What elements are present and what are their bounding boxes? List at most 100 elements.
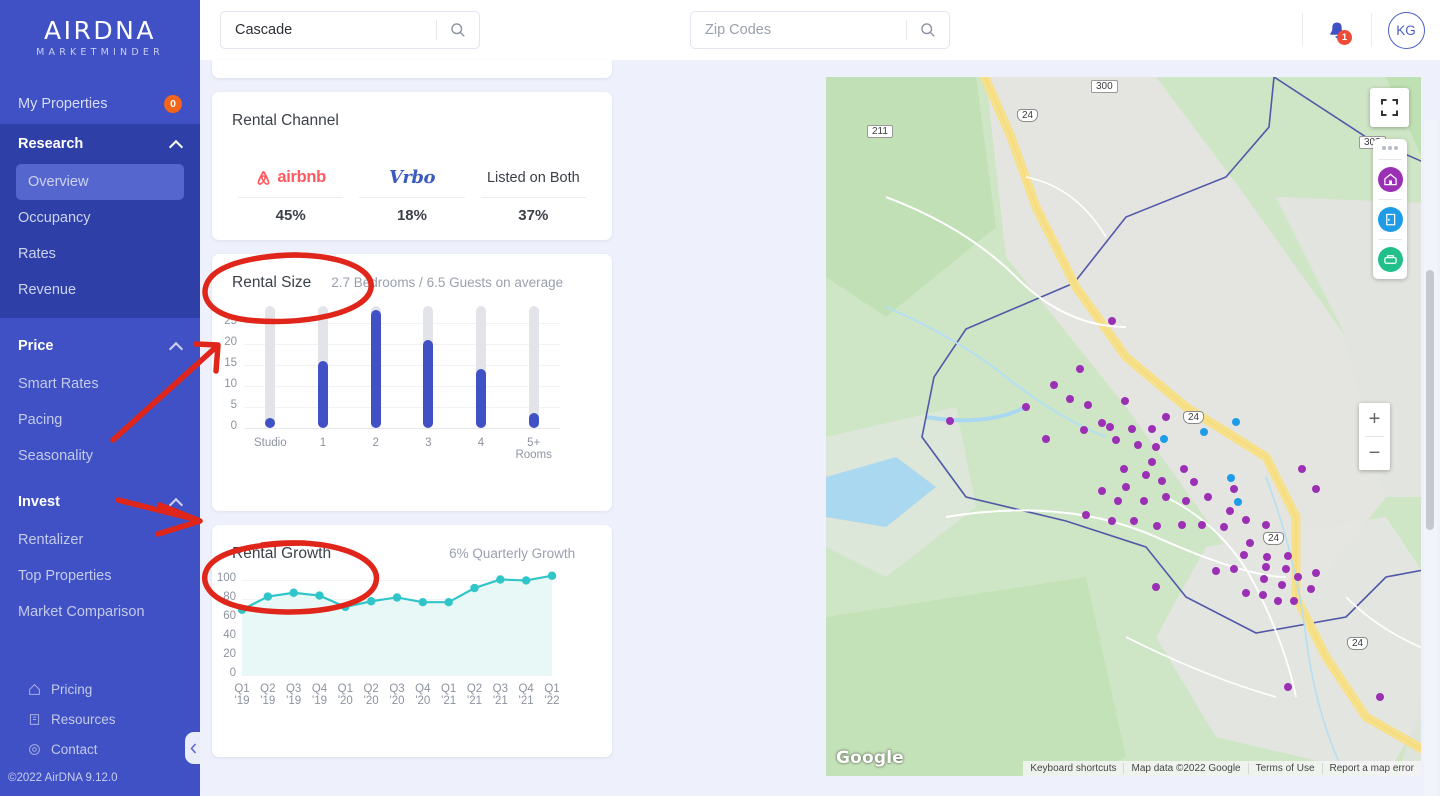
map-panel[interactable]: GreenMountain Falls Cascade-ChipitaPark … bbox=[826, 77, 1421, 776]
bar[interactable] bbox=[370, 310, 381, 428]
sidebar-item-label-top-properties: Top Properties bbox=[18, 568, 112, 585]
rental-growth-subtitle: 6% Quarterly Growth bbox=[449, 546, 576, 561]
group-label-research: Research bbox=[18, 136, 84, 153]
data-point[interactable] bbox=[237, 605, 247, 614]
sidebar-item-seasonality[interactable]: Seasonality bbox=[0, 438, 200, 474]
sidebar-group-header-price[interactable]: Price bbox=[0, 326, 200, 366]
zip-search-button[interactable] bbox=[907, 12, 949, 48]
data-point[interactable] bbox=[418, 598, 428, 607]
sidebar-item-label-market-comparison: Market Comparison bbox=[18, 604, 145, 621]
data-point[interactable] bbox=[444, 598, 453, 607]
page-scrollbar-thumb[interactable] bbox=[1426, 270, 1434, 530]
sidebar-item-top-properties[interactable]: Top Properties bbox=[0, 558, 200, 594]
sidebar-item-smart-rates[interactable]: Smart Rates bbox=[0, 366, 200, 402]
sidebar-item-revenue[interactable]: Revenue bbox=[0, 272, 200, 308]
data-point[interactable] bbox=[470, 583, 479, 593]
rental-size-chart[interactable]: 0 5 10 15 20 25 Studio 1 2 3 4 5+ Rooms bbox=[212, 292, 612, 492]
rental-growth-title: Rental Growth bbox=[232, 545, 332, 562]
data-point[interactable] bbox=[366, 597, 376, 606]
sidebar-item-pricing[interactable]: Pricing bbox=[0, 674, 200, 704]
y-axis-tick: 0 bbox=[230, 420, 237, 432]
x-axis-tick: Q1'20 bbox=[337, 683, 353, 707]
avatar[interactable]: KG bbox=[1387, 11, 1425, 49]
sidebar-item-rates[interactable]: Rates bbox=[0, 236, 200, 272]
data-point[interactable] bbox=[521, 576, 531, 585]
sidebar-item-overview[interactable]: Overview bbox=[16, 164, 184, 201]
sidebar-group-header-invest[interactable]: Invest bbox=[0, 482, 200, 522]
rental-size-title: Rental Size bbox=[232, 274, 312, 291]
hwy-shield-211: 211 bbox=[867, 125, 893, 138]
search-icon bbox=[921, 23, 935, 37]
zip-search-box[interactable]: Zip Codes bbox=[690, 11, 950, 49]
data-point[interactable] bbox=[315, 591, 324, 600]
vrbo-logo-text: Vrbo bbox=[388, 167, 436, 188]
sidebar-item-pacing[interactable]: Pacing bbox=[0, 402, 200, 438]
sidebar-item-rentalizer[interactable]: Rentalizer bbox=[0, 522, 200, 558]
more-options-icon[interactable] bbox=[1382, 143, 1398, 155]
sidebar-item-label-smart-rates: Smart Rates bbox=[18, 376, 99, 393]
map-zoom-out-button[interactable]: − bbox=[1359, 437, 1390, 470]
market-search-box[interactable]: Cascade bbox=[220, 11, 480, 49]
data-point[interactable] bbox=[263, 592, 273, 601]
y-axis-tick: 20 bbox=[224, 335, 237, 348]
x-axis-tick: 3 bbox=[425, 437, 432, 449]
private-room-layer-icon[interactable] bbox=[1377, 206, 1403, 232]
channel-airbnb: airbnb 45% bbox=[230, 164, 351, 224]
chevron-up-icon bbox=[171, 497, 182, 508]
rental-size-header: Rental Size 2.7 Bedrooms / 6.5 Guests on… bbox=[212, 254, 612, 292]
x-axis-tick: Q4'20 bbox=[415, 683, 431, 707]
bar[interactable] bbox=[476, 369, 486, 428]
map-zoom-control[interactable]: + − bbox=[1359, 403, 1390, 470]
sidebar-group-header-research[interactable]: Research bbox=[0, 124, 200, 164]
rental-channel-values: airbnb 45% Vrbo 18% Listed on Both 37% bbox=[212, 130, 612, 244]
bar[interactable] bbox=[318, 360, 328, 428]
avatar-initials: KG bbox=[1396, 22, 1416, 38]
sidebar-collapse-button[interactable] bbox=[185, 732, 200, 764]
logo-sub-text: MARKETMINDER bbox=[36, 47, 164, 59]
gridline bbox=[244, 322, 560, 324]
data-point[interactable] bbox=[341, 602, 350, 612]
terms-of-use-link[interactable]: Terms of Use bbox=[1247, 763, 1322, 774]
sidebar-item-contact[interactable]: Contact bbox=[0, 734, 200, 764]
search-icon bbox=[451, 23, 465, 37]
page-scrollbar-track[interactable] bbox=[1424, 120, 1438, 796]
entire-home-layer-icon[interactable] bbox=[1377, 166, 1403, 192]
sidebar-item-my-properties[interactable]: My Properties 0 bbox=[0, 84, 200, 124]
data-point[interactable] bbox=[547, 571, 557, 580]
gridline bbox=[244, 343, 560, 345]
topbar: Cascade Zip Codes 1 KG bbox=[200, 0, 1440, 60]
rental-growth-header: Rental Growth 6% Quarterly Growth bbox=[212, 525, 612, 563]
market-search-input[interactable]: Cascade bbox=[221, 22, 436, 38]
market-search-button[interactable] bbox=[437, 12, 479, 48]
report-map-error-link[interactable]: Report a map error bbox=[1321, 763, 1421, 774]
chevron-up-icon bbox=[171, 341, 182, 352]
data-point[interactable] bbox=[392, 593, 402, 602]
bar[interactable] bbox=[528, 413, 539, 428]
group-label-price: Price bbox=[18, 338, 54, 355]
sidebar-item-resources[interactable]: Resources bbox=[0, 704, 200, 734]
map-zoom-in-button[interactable]: + bbox=[1359, 403, 1390, 436]
data-point[interactable] bbox=[496, 575, 505, 584]
hwy-shield-300: 300 bbox=[1091, 80, 1118, 93]
sidebar-item-label-occupancy: Occupancy bbox=[18, 210, 91, 227]
my-properties-label: My Properties bbox=[18, 96, 108, 113]
map-layers-control[interactable] bbox=[1373, 139, 1407, 279]
zip-search-input[interactable]: Zip Codes bbox=[691, 22, 906, 38]
bar[interactable] bbox=[423, 339, 434, 428]
notifications-button[interactable]: 1 bbox=[1303, 20, 1371, 45]
shared-room-layer-icon[interactable] bbox=[1377, 246, 1403, 272]
topbar-right: 1 KG bbox=[1302, 0, 1440, 60]
map-fullscreen-button[interactable] bbox=[1370, 88, 1409, 127]
x-axis-tick: Q3'20 bbox=[389, 683, 405, 707]
data-point[interactable] bbox=[289, 588, 298, 597]
both-label: Listed on Both bbox=[486, 169, 580, 186]
airbnb-icon bbox=[257, 170, 270, 185]
bar[interactable] bbox=[265, 418, 276, 428]
us-shield-24c: 24 bbox=[1263, 532, 1285, 545]
divider bbox=[1378, 238, 1402, 240]
sidebar-item-market-comparison[interactable]: Market Comparison bbox=[0, 594, 200, 630]
keyboard-shortcuts-link[interactable]: Keyboard shortcuts bbox=[1023, 763, 1123, 774]
brand-logo[interactable]: AIRDNA MARKETMINDER bbox=[0, 0, 200, 72]
sidebar-item-occupancy[interactable]: Occupancy bbox=[0, 200, 200, 236]
rental-growth-chart[interactable]: 0 20 40 60 80 100 Q1'19 Q2'19 Q3'19 Q4'19 Q1'20 Q2 '… bbox=[212, 563, 612, 743]
